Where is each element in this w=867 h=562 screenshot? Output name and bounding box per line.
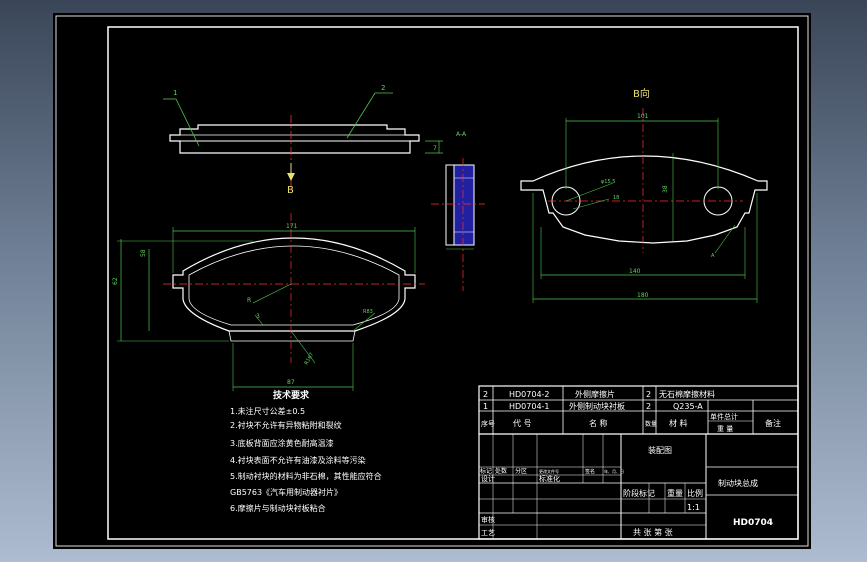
part-1-qty: 2: [646, 402, 651, 411]
header-unit-total: 单件总计: [710, 412, 738, 421]
part-2-material: 无石棉摩擦材料: [659, 389, 715, 399]
header-name: 名 称: [589, 418, 608, 428]
hole-18-label: 18: [613, 195, 619, 201]
side-view: 1 2 7 A-A B: [163, 84, 467, 196]
dim-87-label: 87: [287, 379, 295, 386]
process-label: 工艺: [481, 529, 495, 537]
b-view-dim-140-label: 140: [629, 268, 641, 275]
section-label: A-A: [456, 131, 467, 138]
side-view-outline: [169, 124, 420, 154]
scale-value: 1:1: [687, 503, 700, 512]
header-seq: 序号: [481, 419, 495, 428]
section-pad: [453, 164, 475, 246]
part-2-seq: 2: [483, 390, 488, 399]
leader-2-line: [346, 92, 376, 139]
part-1-name: 外侧制动块衬板: [569, 401, 625, 411]
note-item-1: 1.未注尺寸公差±0.5: [230, 406, 305, 416]
review-label: 审核: [481, 515, 495, 524]
header-material: 材 料: [669, 418, 688, 428]
b-view: B向 101 38 140 180 φ15.5 18 A: [520, 87, 768, 303]
b-view-dim-height-label: 38: [662, 185, 669, 193]
header-qty: 数量: [645, 420, 657, 428]
b-arrow-head: [287, 173, 295, 181]
technical-notes: 技术要求 1.未注尺寸公差±0.5 2.衬块不允许有异物粘附和裂纹 3.底板背面…: [230, 389, 382, 513]
b-view-dim-180-label: 180: [637, 292, 649, 299]
rev-count: 处数: [495, 467, 507, 475]
part-1-seq: 1: [483, 402, 488, 411]
note-item-5: 5.制动衬块的材料为非石棉，其性能应符合: [230, 471, 382, 481]
b-view-title: B向: [633, 87, 650, 100]
cad-drawing: 1 2 7 A-A B B向 101 38 140 180 φ15.5 18 A…: [55, 15, 809, 547]
note-item-6: GB5763《汽车用制动器衬片》: [230, 487, 342, 497]
dim-r-leader: [252, 283, 292, 304]
note-item-2: 2.衬块不允许有异物粘附和裂纹: [230, 420, 342, 430]
dim-171-label: 171: [286, 223, 298, 230]
notes-heading: 技术要求: [273, 389, 310, 401]
outer-border: [55, 15, 809, 547]
b-view-a-label: A: [711, 253, 715, 259]
drawing-number: HD0704: [733, 518, 773, 528]
rev-zone: 分区: [515, 467, 527, 475]
dim-62-label: 62: [112, 277, 119, 285]
dim-r-label: R: [247, 297, 251, 304]
scale-label: 比例: [687, 488, 703, 498]
note-item-7: 6.摩擦片与制动块衬板粘合: [230, 503, 326, 513]
leader-2-label: 2: [381, 84, 385, 92]
note-item-4: 4.衬块表面不允许有油漆及涂料等污染: [230, 455, 366, 465]
part-1-material: Q235-A: [673, 402, 703, 411]
note-item-3: 3.底板背面应涂黄色耐高温漆: [230, 438, 334, 448]
dim-58-label: 58: [140, 249, 147, 257]
design-label: 设计: [481, 474, 495, 483]
leader-1-line: [175, 98, 200, 147]
inner-border: [107, 26, 799, 540]
section-plate: [445, 164, 455, 246]
screen-background: 1 2 7 A-A B B向 101 38 140 180 φ15.5 18 A…: [0, 0, 867, 562]
hole-phi-label: φ15.5: [601, 179, 615, 185]
header-weight: 重 量: [717, 425, 733, 433]
hole-18-leader: [572, 198, 610, 210]
b-arrow-label: B: [287, 185, 294, 196]
leader-1-label: 1: [173, 89, 177, 97]
part-2-qty: 2: [646, 390, 651, 399]
rev-mark: 标记: [480, 467, 492, 475]
dim-r167-label: R167: [304, 352, 316, 366]
header-code: 代 号: [513, 418, 532, 428]
rev-date: 年、月、日: [604, 468, 624, 474]
dim-r83-label: R83: [363, 309, 373, 315]
product-name: 制动块总成: [718, 478, 758, 488]
drawing-frame: 1 2 7 A-A B B向 101 38 140 180 φ15.5 18 A…: [53, 13, 811, 549]
part-2-name: 外侧摩擦片: [575, 389, 615, 399]
b-view-outline: [520, 155, 768, 244]
standardization-label: 标准化: [539, 474, 560, 483]
hole-phi-leader: [565, 182, 614, 202]
dim-3-label: 3: [256, 313, 260, 320]
thickness-dim-label: 7: [433, 145, 437, 152]
front-view: 171 62 58 87 R R83 R167 3: [112, 213, 425, 391]
b-view-a-leader: [714, 224, 736, 254]
rev-doc: 更改文件号: [539, 468, 559, 474]
b-view-dim-top-label: 101: [637, 113, 649, 120]
part-1-code: HD0704-1: [509, 402, 550, 411]
header-remarks: 备注: [765, 418, 781, 428]
sheets-label: 共 张 第 张: [633, 527, 673, 537]
part-2-code: HD0704-2: [509, 390, 550, 399]
assembly-label: 装配图: [648, 445, 672, 455]
section-view: [431, 158, 485, 291]
weight-label: 重量: [667, 488, 683, 498]
stage-mark-label: 阶段标记: [623, 488, 655, 498]
rev-sign: 签名: [585, 468, 595, 475]
